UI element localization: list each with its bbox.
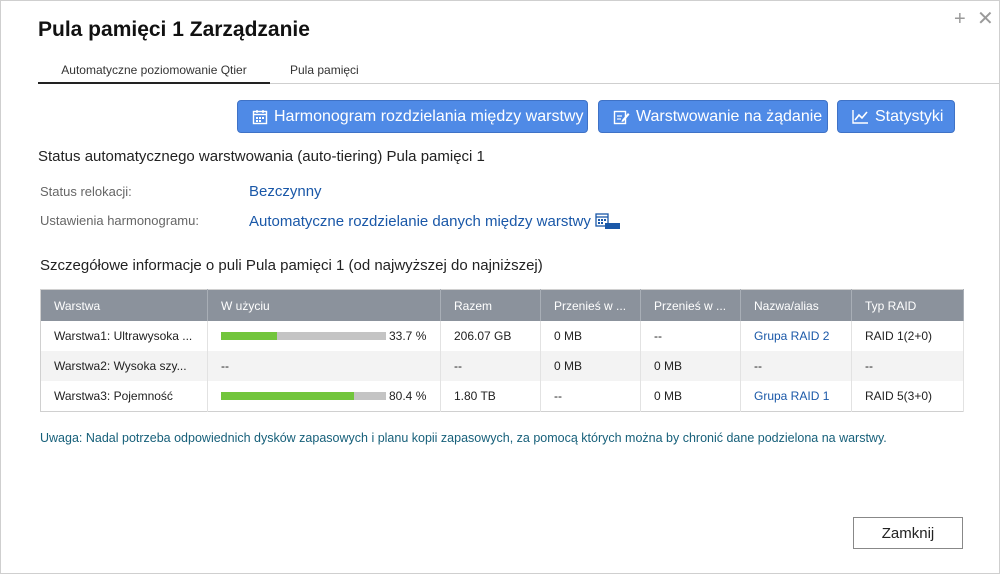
col-total[interactable]: Razem [440, 289, 541, 321]
tier-name: Warstwa1: Ultrawysoka ... [40, 321, 208, 351]
col-raid-type[interactable]: Typ RAID [851, 289, 964, 321]
col-move-up[interactable]: Przenieś w ... [540, 289, 641, 321]
calendar-auto-icon [595, 213, 620, 229]
usage-bar-fill [221, 332, 277, 340]
col-usage[interactable]: W użyciu [207, 289, 441, 321]
raid-type: -- [851, 351, 964, 381]
table-header-row: Warstwa W użyciu Razem Przenieś w ... Pr… [40, 289, 964, 321]
usage-bar [221, 332, 386, 340]
move-up-value: 0 MB [540, 351, 641, 381]
raid-type: RAID 1(2+0) [851, 321, 964, 351]
schedule-button-label: Harmonogram rozdzielania między warstwy [274, 107, 584, 125]
on-demand-tiering-label: Warstwowanie na żądanie [636, 107, 823, 125]
schedule-button[interactable]: Harmonogram rozdzielania między warstwy [237, 100, 588, 133]
raid-group-link[interactable]: Grupa RAID 1 [740, 381, 852, 412]
tiering-status-heading: Status automatycznego warstwowania (auto… [38, 148, 485, 165]
close-button[interactable]: Zamknij [853, 517, 963, 549]
statistics-label: Statystyki [875, 107, 944, 125]
move-down-value: 0 MB [640, 381, 741, 412]
schedule-settings-label: Ustawienia harmonogramu: [40, 213, 199, 228]
move-up-value: 0 MB [540, 321, 641, 351]
relocation-status-label: Status relokacji: [40, 184, 132, 199]
on-demand-tiering-button[interactable]: Warstwowanie na żądanie [598, 100, 828, 133]
edit-icon [613, 110, 630, 124]
raid-group-link[interactable]: Grupa RAID 2 [740, 321, 852, 351]
tab-storage-pool[interactable]: Pula pamięci [288, 63, 361, 82]
usage-cell: 33.7 % [207, 321, 441, 351]
alias-value: -- [740, 351, 852, 381]
col-alias[interactable]: Nazwa/alias [740, 289, 852, 321]
tab-bar: Automatyczne poziomowanie Qtier Pula pam… [38, 63, 999, 84]
usage-bar-fill [221, 392, 354, 400]
table-row[interactable]: Warstwa2: Wysoka szy... -- -- 0 MB 0 MB … [40, 351, 964, 381]
tier-name: Warstwa3: Pojemność [40, 381, 208, 412]
usage-cell: 80.4 % [207, 381, 441, 412]
tier-name: Warstwa2: Wysoka szy... [40, 351, 208, 381]
tier-table: Warstwa W użyciu Razem Przenieś w ... Pr… [40, 289, 964, 412]
details-heading: Szczegółowe informacje o puli Pula pamię… [40, 257, 543, 274]
tab-qtier[interactable]: Automatyczne poziomowanie Qtier [38, 63, 270, 84]
schedule-settings-value[interactable]: Automatyczne rozdzielanie danych między … [249, 212, 621, 230]
close-icon[interactable]: ✕ [977, 9, 994, 29]
col-tier[interactable]: Warstwa [40, 289, 208, 321]
usage-percent: 80.4 % [389, 389, 427, 403]
table-row[interactable]: Warstwa3: Pojemność 80.4 % 1.80 TB -- 0 … [40, 381, 964, 412]
move-down-value: 0 MB [640, 351, 741, 381]
move-up-value: -- [540, 381, 641, 412]
dialog-title: Pula pamięci 1 Zarządzanie [38, 18, 310, 41]
table-row[interactable]: Warstwa1: Ultrawysoka ... 33.7 % 206.07 … [40, 321, 964, 351]
calendar-icon [252, 109, 268, 124]
statistics-button[interactable]: Statystyki [837, 100, 955, 133]
management-dialog: Pula pamięci 1 Zarządzanie + ✕ Automatyc… [0, 0, 1000, 574]
usage-bar [221, 392, 386, 400]
usage-percent: 33.7 % [389, 329, 427, 343]
maximize-icon[interactable]: + [954, 9, 966, 29]
backup-note: Uwaga: Nadal potrzeba odpowiednich dyskó… [40, 431, 887, 445]
raid-type: RAID 5(3+0) [851, 381, 964, 412]
total-size: 206.07 GB [440, 321, 541, 351]
col-move-down[interactable]: Przenieś w ... [640, 289, 741, 321]
move-down-value: -- [640, 321, 741, 351]
total-size: -- [440, 351, 541, 381]
relocation-status-value: Bezczynny [249, 183, 322, 200]
line-chart-icon [852, 110, 868, 124]
usage-cell: -- [207, 351, 441, 381]
schedule-settings-text: Automatyczne rozdzielanie danych między … [249, 212, 591, 230]
total-size: 1.80 TB [440, 381, 541, 412]
